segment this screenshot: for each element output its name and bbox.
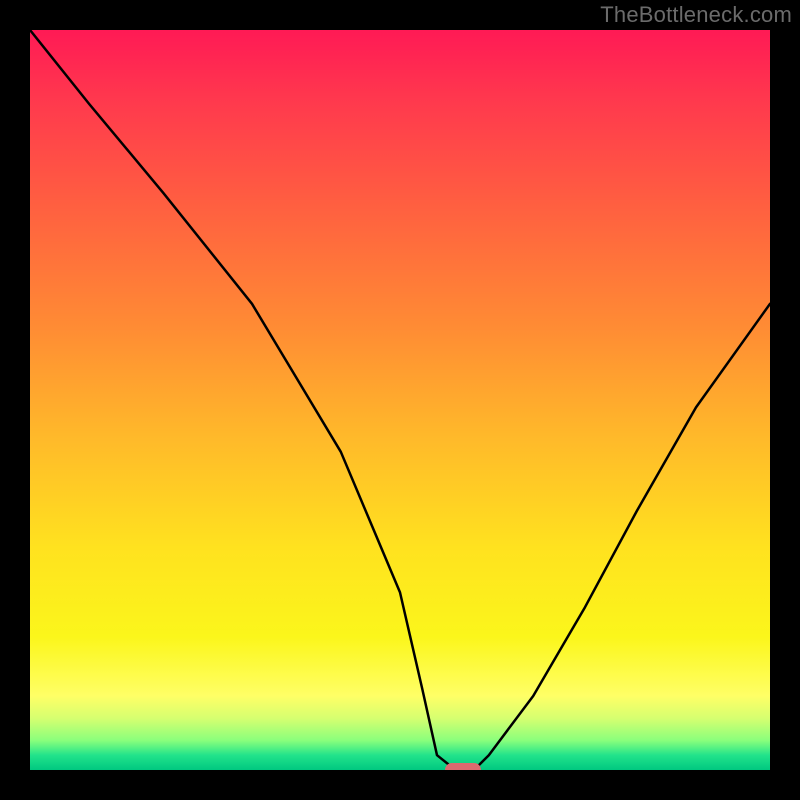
watermark-text: TheBottleneck.com bbox=[600, 2, 792, 28]
optimal-point-marker bbox=[445, 763, 481, 770]
chart-frame: TheBottleneck.com bbox=[0, 0, 800, 800]
bottleneck-curve bbox=[30, 30, 770, 770]
plot-area bbox=[30, 30, 770, 770]
